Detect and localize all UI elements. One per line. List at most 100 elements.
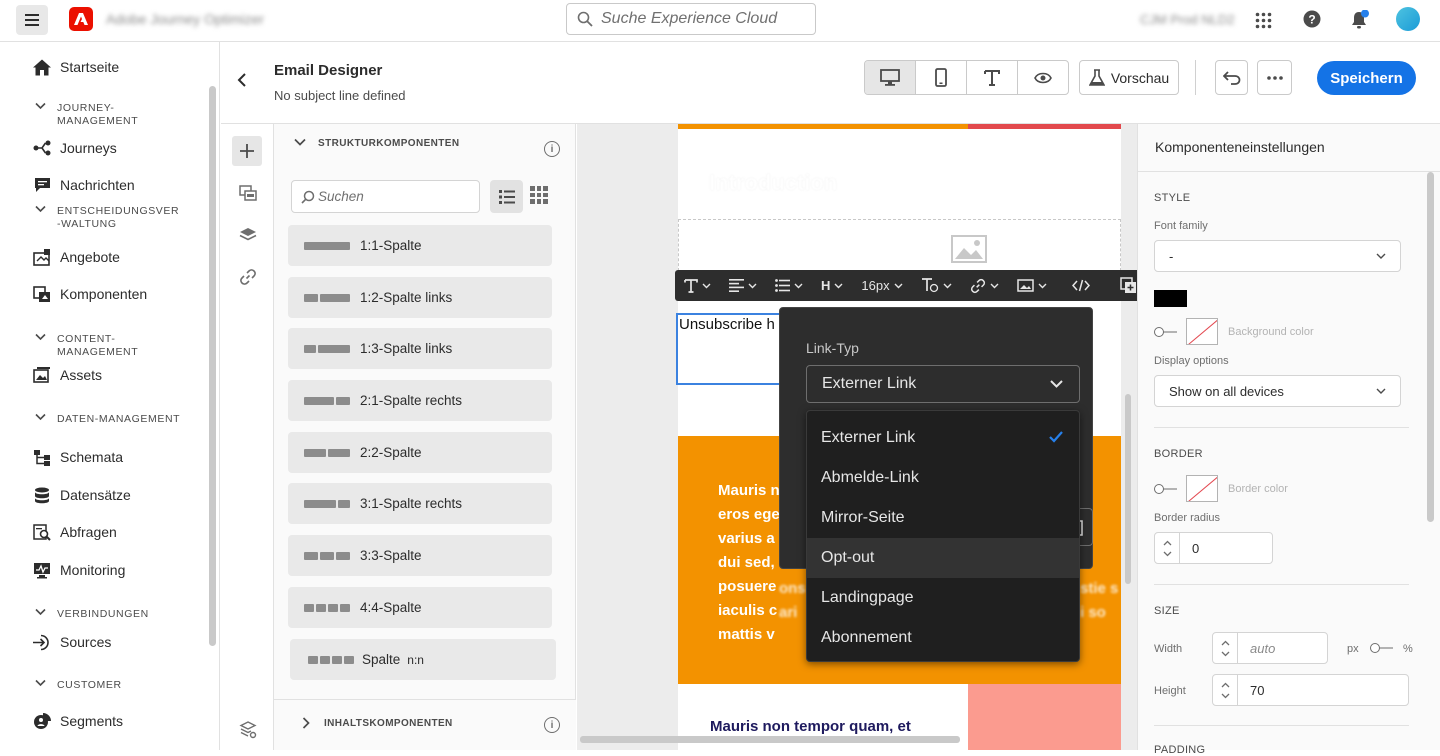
nav-section-content-management[interactable]: CONTENT-MANAGEMENT	[35, 333, 165, 359]
border-color-toggle[interactable]	[1154, 483, 1178, 495]
nav-section-connections[interactable]: VERBINDUNGEN	[35, 608, 205, 621]
component-1-1-column[interactable]: 1:1-Spalte	[288, 225, 552, 266]
component-3-3-column[interactable]: 3:3-Spalte	[288, 535, 552, 576]
text-color-dropdown[interactable]	[912, 278, 961, 293]
display-options-select[interactable]: Show on all devices	[1154, 375, 1401, 407]
unsubscribe-text-block[interactable]: Unsubscribe h	[676, 313, 786, 385]
align-dropdown[interactable]	[720, 279, 766, 292]
mobile-view-button[interactable]	[916, 61, 967, 94]
border-color-swatch[interactable]	[1186, 475, 1218, 502]
content-components-section[interactable]: INHALTSKOMPONENTEN i	[274, 699, 576, 750]
grid-view-button[interactable]	[530, 186, 548, 204]
link-type-option[interactable]: Externer Link	[807, 418, 1079, 458]
component-4-4-column[interactable]: 4:4-Spalte	[288, 587, 552, 628]
component-2-2-column[interactable]: 2:2-Spalte	[288, 432, 552, 473]
chevron-down-icon	[794, 283, 803, 288]
nav-section-journey-management[interactable]: JOURNEY-MANAGEMENT	[35, 102, 155, 128]
nav-item-schemas[interactable]: Schemata	[33, 448, 123, 466]
fragments-button[interactable]	[234, 179, 261, 206]
nav-section-data-management[interactable]: DATEN-MANAGEMENT	[35, 413, 205, 426]
apps-grid-icon[interactable]	[1255, 12, 1272, 29]
height-input[interactable]: 70	[1237, 674, 1409, 706]
heading-dropdown[interactable]: H	[812, 278, 852, 293]
background-color-toggle[interactable]	[1154, 326, 1178, 338]
collapse-structure-button[interactable]	[294, 138, 306, 146]
info-icon[interactable]: i	[544, 717, 560, 733]
preview-button[interactable]: Vorschau	[1079, 60, 1179, 95]
link-type-option[interactable]: Abonnement	[807, 618, 1079, 658]
nav-item-segments[interactable]: Segments	[33, 712, 123, 730]
height-stepper[interactable]	[1212, 674, 1238, 706]
paragraph-line: Mauris n	[718, 482, 780, 499]
canvas-vertical-scrollbar[interactable]	[1125, 394, 1131, 584]
font-family-select[interactable]: -	[1154, 240, 1401, 272]
ellipsis-icon	[1266, 75, 1283, 80]
desktop-view-button[interactable]	[865, 61, 916, 94]
nav-section-decision-management[interactable]: ENTSCHEIDUNGSVER-WALTUNG	[35, 205, 205, 231]
component-1-2-column-left[interactable]: 1:2-Spalte links	[288, 277, 552, 318]
settings-rail-button[interactable]	[234, 716, 261, 743]
layers-button[interactable]	[234, 221, 261, 248]
width-stepper[interactable]	[1212, 632, 1238, 664]
nav-item-assets[interactable]: Assets	[33, 366, 102, 384]
settings-scrollbar[interactable]	[1427, 172, 1434, 522]
link-type-option[interactable]: Mirror-Seite	[807, 498, 1079, 538]
preview-view-button[interactable]	[1018, 61, 1068, 94]
link-dropdown[interactable]	[961, 278, 1008, 294]
orange-paragraph: Mauris n eros ege varius a dui sed, posu…	[718, 479, 780, 647]
link-type-option-hovered[interactable]: Opt-out	[807, 538, 1079, 578]
text-style-dropdown[interactable]	[675, 278, 720, 293]
list-view-button[interactable]	[490, 180, 523, 213]
canvas-horizontal-scrollbar[interactable]	[580, 736, 960, 743]
background-color-swatch[interactable]	[1186, 318, 1218, 345]
nav-item-queries[interactable]: Abfragen	[33, 523, 117, 541]
image-dropdown[interactable]	[1008, 279, 1056, 292]
save-button[interactable]: Speichern	[1317, 61, 1416, 95]
more-actions-button[interactable]	[1257, 60, 1292, 95]
list-dropdown[interactable]	[766, 279, 812, 292]
component-n-n-column[interactable]: Spalte n:n	[290, 639, 556, 680]
component-3-1-column-right[interactable]: 3:1-Spalte rechts	[288, 483, 552, 524]
width-input[interactable]: auto	[1237, 632, 1328, 664]
border-radius-stepper[interactable]	[1154, 532, 1180, 564]
link-type-option[interactable]: Landingpage	[807, 578, 1079, 618]
notifications-bell-icon[interactable]	[1350, 10, 1370, 30]
link-type-select[interactable]: Externer Link	[806, 365, 1080, 403]
nav-item-offers[interactable]: Angebote	[33, 248, 120, 266]
intro-section[interactable]: Introduction	[678, 129, 1121, 219]
link-type-option[interactable]: Abmelde-Link	[807, 458, 1079, 498]
component-2-1-column-right[interactable]: 2:1-Spalte rechts	[288, 380, 552, 421]
text-view-button[interactable]	[967, 61, 1018, 94]
undo-button[interactable]	[1215, 60, 1248, 95]
global-search-input[interactable]: Suche Experience Cloud	[566, 3, 816, 35]
user-avatar[interactable]	[1396, 7, 1420, 31]
hamburger-menu-button[interactable]	[16, 5, 48, 35]
nav-scrollbar[interactable]	[209, 86, 216, 646]
border-radius-input[interactable]: 0	[1179, 532, 1273, 564]
font-size-dropdown[interactable]: 16px	[852, 278, 911, 293]
nav-item-datasets[interactable]: Datensätze	[33, 486, 131, 504]
org-switcher[interactable]: CJM Prod NLD2	[1140, 12, 1235, 27]
add-components-button[interactable]	[232, 136, 262, 166]
source-code-button[interactable]	[1056, 279, 1106, 292]
image-placeholder[interactable]	[678, 219, 1121, 271]
border-radius-label: Border radius	[1154, 512, 1221, 524]
components-search-input[interactable]: Suchen	[291, 180, 480, 213]
nav-section-customer[interactable]: CUSTOMER	[35, 679, 205, 692]
links-button[interactable]	[234, 263, 261, 290]
help-icon[interactable]: ?	[1303, 10, 1321, 28]
nav-item-components[interactable]: Komponenten	[33, 285, 147, 303]
back-button[interactable]	[237, 72, 247, 88]
nav-item-sources[interactable]: Sources	[33, 633, 111, 651]
nav-item-journeys[interactable]: Journeys	[33, 139, 117, 157]
text-color-swatch[interactable]	[1154, 290, 1187, 307]
chevron-down-icon	[894, 283, 903, 288]
adobe-logo[interactable]	[69, 7, 93, 31]
nav-label-assets: Assets	[60, 367, 103, 383]
nav-item-home[interactable]: Startseite	[33, 58, 119, 76]
nav-item-messages[interactable]: Nachrichten	[33, 176, 135, 194]
width-unit-toggle[interactable]	[1370, 642, 1394, 654]
component-1-3-column-left[interactable]: 1:3-Spalte links	[288, 328, 552, 369]
nav-item-monitoring[interactable]: Monitoring	[33, 561, 125, 579]
info-icon[interactable]: i	[544, 141, 560, 157]
